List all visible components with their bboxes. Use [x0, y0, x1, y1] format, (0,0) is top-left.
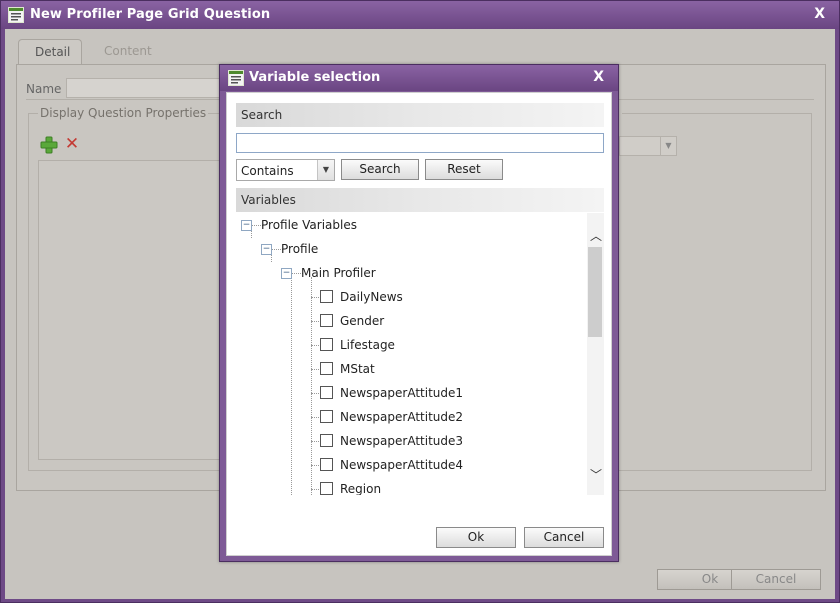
dialog-title: Variable selection	[249, 70, 381, 85]
list-item[interactable]: MStat	[340, 362, 375, 376]
window-titlebar[interactable]: New Profiler Page Grid Question X	[1, 1, 839, 29]
variable-checkbox[interactable]	[320, 386, 333, 399]
dialog-close-icon[interactable]: X	[593, 69, 604, 85]
list-item[interactable]: NewspaperAttitude1	[340, 386, 463, 400]
name-label: Name	[26, 82, 62, 96]
collapse-icon[interactable]: −	[281, 268, 292, 279]
variable-checkbox[interactable]	[320, 482, 333, 495]
delete-icon[interactable]: ✕	[63, 136, 81, 154]
match-mode-value: Contains	[241, 164, 294, 178]
variable-checkbox[interactable]	[320, 362, 333, 375]
chevron-down-icon[interactable]: ▼	[317, 160, 334, 180]
name-field[interactable]	[66, 78, 226, 98]
dialog-titlebar[interactable]: Variable selection X	[220, 65, 618, 91]
list-item[interactable]: DailyNews	[340, 290, 403, 304]
list-item[interactable]: Region	[340, 482, 381, 495]
dialog-body: Search Contains ▼ Search Reset Variables…	[226, 92, 612, 556]
variable-checkbox[interactable]	[320, 458, 333, 471]
window-cancel-button[interactable]: Cancel	[731, 569, 821, 590]
scrollbar-thumb[interactable]	[588, 247, 602, 337]
match-mode-select[interactable]: Contains ▼	[236, 159, 335, 181]
chevron-down-icon[interactable]: ﹀	[590, 466, 602, 483]
list-item[interactable]: NewspaperAttitude2	[340, 410, 463, 424]
right-properties-select[interactable]: ▼	[619, 136, 677, 156]
tree-scrollbar[interactable]: ︿ ﹀	[587, 213, 604, 495]
dialog-cancel-button[interactable]: Cancel	[524, 527, 604, 548]
search-input[interactable]	[236, 133, 604, 153]
tab-content-container[interactable]: Content Container	[88, 39, 226, 83]
search-button[interactable]: Search	[341, 159, 419, 180]
variable-selection-dialog: Variable selection X Search Contains ▼ S…	[219, 64, 619, 562]
reset-button[interactable]: Reset	[425, 159, 503, 180]
collapse-icon[interactable]: −	[261, 244, 272, 255]
list-item[interactable]: Lifestage	[340, 338, 395, 352]
tree-node-main-profiler[interactable]: Main Profiler	[301, 266, 376, 280]
chevron-down-icon: ▼	[660, 137, 676, 155]
window-title: New Profiler Page Grid Question	[30, 7, 271, 22]
dialog-ok-button[interactable]: Ok	[436, 527, 516, 548]
variable-checkbox[interactable]	[320, 290, 333, 303]
tree-connector	[291, 277, 292, 495]
tab-detail[interactable]: Detail	[18, 39, 82, 65]
list-item[interactable]: Gender	[340, 314, 384, 328]
variable-checkbox[interactable]	[320, 338, 333, 351]
tree-node-profile-variables[interactable]: Profile Variables	[261, 218, 357, 232]
window-form-icon	[8, 7, 24, 27]
variable-checkbox[interactable]	[320, 434, 333, 447]
collapse-icon[interactable]: −	[241, 220, 252, 231]
tree-connector	[311, 277, 312, 495]
variables-section-header: Variables	[236, 188, 604, 212]
variable-checkbox[interactable]	[320, 314, 333, 327]
chevron-up-icon[interactable]: ︿	[590, 227, 602, 244]
search-section-header: Search	[236, 103, 604, 127]
window-close-icon[interactable]: X	[814, 6, 825, 22]
tree-node-profile[interactable]: Profile	[281, 242, 318, 256]
list-item[interactable]: NewspaperAttitude4	[340, 458, 463, 472]
display-properties-legend: Display Question Properties	[38, 106, 209, 120]
add-icon[interactable]	[40, 136, 58, 154]
dialog-form-icon	[228, 70, 244, 90]
variable-checkbox[interactable]	[320, 410, 333, 423]
variables-tree: − Profile Variables − Profile − Main Pro…	[236, 213, 604, 495]
list-item[interactable]: NewspaperAttitude3	[340, 434, 463, 448]
